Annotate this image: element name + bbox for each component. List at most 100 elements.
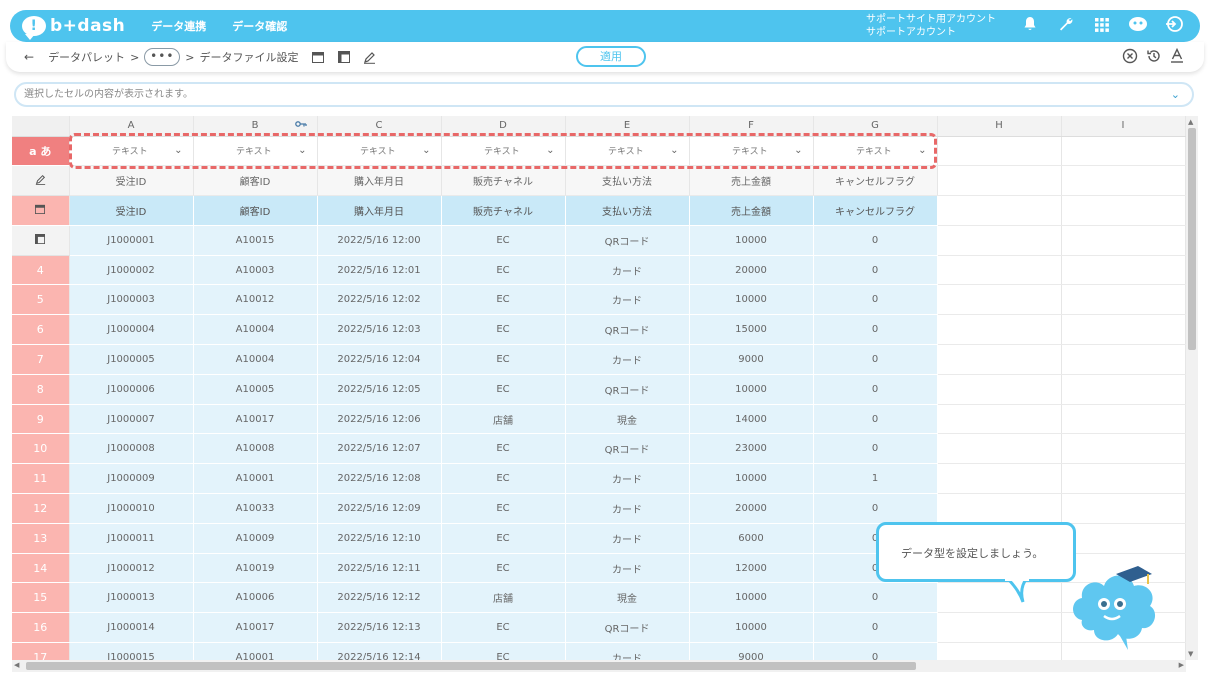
app-logo[interactable]: ! b+dash <box>22 16 125 40</box>
row-number[interactable]: 7 <box>12 344 70 375</box>
cell-a[interactable]: J1000009 <box>69 463 194 495</box>
breadcrumb-data-palette[interactable]: データパレット <box>48 49 125 65</box>
cell-a[interactable]: J1000010 <box>69 493 194 524</box>
cell-d[interactable]: EC <box>441 553 566 584</box>
cell-g[interactable]: 0 <box>813 374 938 405</box>
header-cell-f[interactable]: 売上金額 <box>689 195 814 226</box>
cell-d[interactable]: EC <box>441 374 566 405</box>
breadcrumb-more-button[interactable]: ••• <box>144 48 181 66</box>
cell-c[interactable]: 2022/5/16 12:08 <box>317 463 442 495</box>
cell-g[interactable]: 0 <box>813 612 938 644</box>
cell-g[interactable]: 1 <box>813 463 938 495</box>
header-cell-b[interactable]: 顧客ID <box>193 195 318 226</box>
apply-button[interactable]: 適用 <box>576 46 646 67</box>
empty-cell[interactable] <box>1061 136 1186 167</box>
history-icon[interactable] <box>1146 48 1162 68</box>
header-cell-d[interactable]: 販売チャネル <box>441 195 566 226</box>
row-number[interactable]: 5 <box>12 284 70 316</box>
column-header-g[interactable]: G <box>813 116 938 137</box>
cell-a[interactable]: J1000012 <box>69 553 194 584</box>
calendar-icon[interactable] <box>311 50 325 64</box>
empty-cell[interactable] <box>1061 314 1186 346</box>
cell-a[interactable]: J1000006 <box>69 374 194 405</box>
cell-b[interactable]: A10004 <box>193 314 318 346</box>
row-number[interactable]: 12 <box>12 493 70 524</box>
cell-b[interactable]: A10033 <box>193 493 318 524</box>
empty-cell[interactable] <box>937 642 1062 660</box>
type-select-e[interactable]: テキスト ⌄ <box>565 136 690 167</box>
column-header-b[interactable]: B <box>193 116 318 137</box>
cell-b[interactable]: A10012 <box>193 284 318 316</box>
cell-f[interactable]: 14000 <box>689 404 814 435</box>
cell-b[interactable]: A10005 <box>193 374 318 405</box>
nav-data-integration[interactable]: データ連携 <box>151 18 206 34</box>
cell-a[interactable]: J1000005 <box>69 344 194 375</box>
cell-a[interactable]: J1000008 <box>69 433 194 465</box>
empty-cell[interactable] <box>937 136 1062 167</box>
cell-d[interactable]: EC <box>441 463 566 495</box>
cell-f[interactable]: 6000 <box>689 523 814 554</box>
cell-b[interactable]: A10003 <box>193 255 318 286</box>
edit-pen-icon[interactable] <box>363 50 377 64</box>
cell-e[interactable]: QRコード <box>565 314 690 346</box>
column-name-d[interactable]: 販売チャネル <box>441 165 566 197</box>
row-number[interactable]: 9 <box>12 404 70 435</box>
cell-g[interactable]: 0 <box>813 433 938 465</box>
empty-cell[interactable] <box>937 314 1062 346</box>
cell-a[interactable]: J1000015 <box>69 642 194 660</box>
cell-c[interactable]: 2022/5/16 12:07 <box>317 433 442 465</box>
header-cell-c[interactable]: 購入年月日 <box>317 195 442 226</box>
column-name-f[interactable]: 売上金額 <box>689 165 814 197</box>
scroll-right-arrow-icon[interactable]: ▶ <box>1179 661 1184 669</box>
cell-f[interactable]: 9000 <box>689 642 814 660</box>
vertical-scrollbar[interactable]: ▲ ▼ <box>1186 116 1198 660</box>
cell-f[interactable]: 10000 <box>689 463 814 495</box>
empty-cell[interactable] <box>937 374 1062 405</box>
nav-data-check[interactable]: データ確認 <box>232 18 287 34</box>
cell-f[interactable]: 10000 <box>689 582 814 614</box>
cell-b[interactable]: A10017 <box>193 404 318 435</box>
cell-content-bar[interactable]: 選択したセルの内容が表示されます。 ⌄ <box>14 82 1194 107</box>
cell-e[interactable]: カード <box>565 284 690 316</box>
cell-f[interactable]: 10000 <box>689 225 814 256</box>
cell-g[interactable]: 0 <box>813 255 938 286</box>
header-cell-e[interactable]: 支払い方法 <box>565 195 690 226</box>
empty-cell[interactable] <box>1061 195 1186 226</box>
cell-d[interactable]: EC <box>441 284 566 316</box>
cell-b[interactable]: A10001 <box>193 463 318 495</box>
cell-c[interactable]: 2022/5/16 12:10 <box>317 523 442 554</box>
cell-e[interactable]: カード <box>565 642 690 660</box>
cell-c[interactable]: 2022/5/16 12:09 <box>317 493 442 524</box>
corner-cell[interactable] <box>12 116 70 137</box>
cell-g[interactable]: 0 <box>813 344 938 375</box>
horizontal-scroll-thumb[interactable] <box>26 662 916 670</box>
row-number[interactable] <box>12 225 70 256</box>
row-number[interactable]: 17 <box>12 642 70 660</box>
cell-f[interactable]: 20000 <box>689 493 814 524</box>
row-number[interactable]: 6 <box>12 314 70 346</box>
empty-cell[interactable] <box>1061 493 1186 524</box>
close-circle-icon[interactable] <box>1122 48 1138 68</box>
column-header-f[interactable]: F <box>689 116 814 137</box>
cell-f[interactable]: 12000 <box>689 553 814 584</box>
empty-cell[interactable] <box>1061 374 1186 405</box>
cell-g[interactable]: 0 <box>813 493 938 524</box>
cell-a[interactable]: J1000014 <box>69 612 194 644</box>
cell-e[interactable]: カード <box>565 255 690 286</box>
column-header-d[interactable]: D <box>441 116 566 137</box>
empty-cell[interactable] <box>1061 404 1186 435</box>
type-select-b[interactable]: テキスト ⌄ <box>193 136 318 167</box>
cell-g[interactable]: 0 <box>813 314 938 346</box>
vertical-scroll-thumb[interactable] <box>1188 128 1196 350</box>
column-header-i[interactable]: I <box>1061 116 1186 137</box>
empty-cell[interactable] <box>1061 463 1186 495</box>
cell-a[interactable]: J1000003 <box>69 284 194 316</box>
type-select-a[interactable]: テキスト ⌄ <box>69 136 194 167</box>
empty-cell[interactable] <box>937 493 1062 524</box>
table-view-icon[interactable] <box>337 50 351 64</box>
column-name-a[interactable]: 受注ID <box>69 165 194 197</box>
cell-c[interactable]: 2022/5/16 12:06 <box>317 404 442 435</box>
cell-d[interactable]: EC <box>441 493 566 524</box>
cell-g[interactable]: 0 <box>813 642 938 660</box>
apps-grid-icon[interactable] <box>1084 17 1120 36</box>
